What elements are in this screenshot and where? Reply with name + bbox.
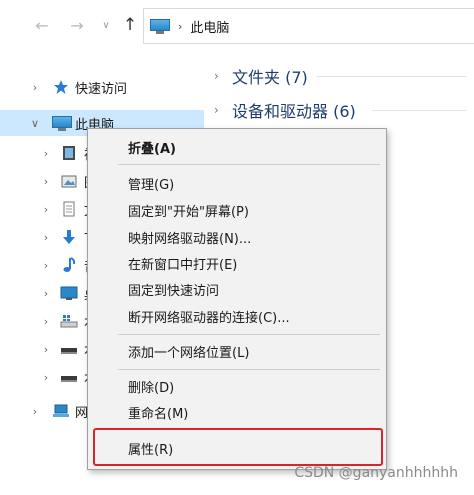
menu-item-pin-to-quick-access[interactable]: 固定到快速访问 xyxy=(88,277,386,301)
desktop-icon xyxy=(60,284,78,302)
chevron-right-icon[interactable]: › xyxy=(28,405,42,418)
tree-item-local-disk-e[interactable]: › 本 xyxy=(0,364,97,390)
forward-button[interactable]: → xyxy=(67,13,87,37)
menu-item-open-in-new-window[interactable]: 在新窗口中打开(E) xyxy=(88,251,386,275)
network-icon xyxy=(52,402,70,420)
menu-item-rename[interactable]: 重命名(M) xyxy=(88,400,386,424)
up-button[interactable]: ↑ xyxy=(120,13,140,37)
menu-item-map-network-drive[interactable]: 映射网络驱动器(N)... xyxy=(88,225,386,249)
tree-item-label: 快速访问 xyxy=(75,81,128,97)
chevron-right-icon[interactable]: › xyxy=(40,231,52,244)
chevron-right-icon[interactable]: › xyxy=(40,175,52,188)
drive-windows-icon xyxy=(60,312,78,330)
section-divider xyxy=(372,110,466,111)
chevron-right-icon[interactable]: › xyxy=(40,259,52,272)
drive-icon xyxy=(60,340,78,358)
tree-item-downloads[interactable]: › 下 xyxy=(0,224,97,250)
chevron-down-icon[interactable]: ∨ xyxy=(28,117,42,130)
document-folder-icon xyxy=(60,200,78,218)
chevron-right-icon[interactable]: › xyxy=(28,81,42,94)
menu-item-delete[interactable]: 删除(D) xyxy=(88,374,386,398)
menu-separator xyxy=(118,334,380,335)
drive-icon xyxy=(60,368,78,386)
chevron-right-icon[interactable]: › xyxy=(214,103,230,117)
download-arrow-icon xyxy=(60,228,78,246)
section-divider xyxy=(316,76,466,77)
menu-item-collapse[interactable]: 折叠(A) xyxy=(88,135,386,159)
tree-item-music[interactable]: › 音 xyxy=(0,252,97,278)
menu-item-pin-to-start[interactable]: 固定到"开始"屏幕(P) xyxy=(88,198,386,222)
back-button[interactable]: ← xyxy=(32,13,52,37)
section-title: 文件夹 (7) xyxy=(232,68,308,87)
tree-item-network[interactable]: › 网 xyxy=(0,398,90,424)
breadcrumb-chevron-icon[interactable]: › xyxy=(178,20,182,33)
highlight-box xyxy=(93,428,383,466)
tree-item-videos[interactable]: › 视 xyxy=(0,140,97,166)
menu-separator xyxy=(118,369,380,370)
menu-item-disconnect-network-drive[interactable]: 断开网络驱动器的连接(C)... xyxy=(88,304,386,328)
breadcrumb-this-pc[interactable]: 此电脑 xyxy=(190,17,229,36)
pictures-folder-icon xyxy=(60,172,78,190)
context-menu: 折叠(A) 管理(G) 固定到"开始"屏幕(P) 映射网络驱动器(N)... 在… xyxy=(87,128,387,470)
chevron-right-icon[interactable]: › xyxy=(40,287,52,300)
star-icon xyxy=(52,78,70,96)
menu-separator xyxy=(118,164,380,165)
menu-item-manage[interactable]: 管理(G) xyxy=(88,171,386,195)
tree-item-desktop[interactable]: › 桌 xyxy=(0,280,97,306)
chevron-right-icon[interactable]: › xyxy=(214,69,230,83)
chevron-right-icon[interactable]: › xyxy=(40,315,52,328)
tree-item-local-disk-d[interactable]: › 本 xyxy=(0,336,97,362)
chevron-right-icon[interactable]: › xyxy=(40,147,52,160)
video-folder-icon xyxy=(60,144,78,162)
computer-icon xyxy=(52,114,72,132)
section-folders[interactable]: › 文件夹 (7) xyxy=(214,64,474,88)
chevron-right-icon[interactable]: › xyxy=(40,343,52,356)
watermark: CSDN @ganyanhhhhhh xyxy=(294,465,458,481)
address-bar[interactable]: › 此电脑 xyxy=(143,8,474,44)
tree-item-documents[interactable]: › 文 xyxy=(0,196,97,222)
chevron-right-icon[interactable]: › xyxy=(40,203,52,216)
tree-item-pictures[interactable]: › 图 xyxy=(0,168,97,194)
tree-item-local-disk-c[interactable]: › 本 xyxy=(0,308,97,334)
chevron-right-icon[interactable]: › xyxy=(40,371,52,384)
section-devices-drives[interactable]: › 设备和驱动器 (6) xyxy=(214,98,474,122)
tree-item-quick-access[interactable]: › 快速访问 xyxy=(0,74,204,100)
section-title: 设备和驱动器 (6) xyxy=(232,102,356,121)
computer-icon xyxy=(150,18,170,34)
recent-locations-button[interactable]: ∨ xyxy=(96,13,116,37)
navigation-bar: ← → ∨ ↑ › 此电脑 xyxy=(0,0,474,50)
music-note-icon xyxy=(60,256,78,274)
menu-item-add-network-location[interactable]: 添加一个网络位置(L) xyxy=(88,339,386,363)
